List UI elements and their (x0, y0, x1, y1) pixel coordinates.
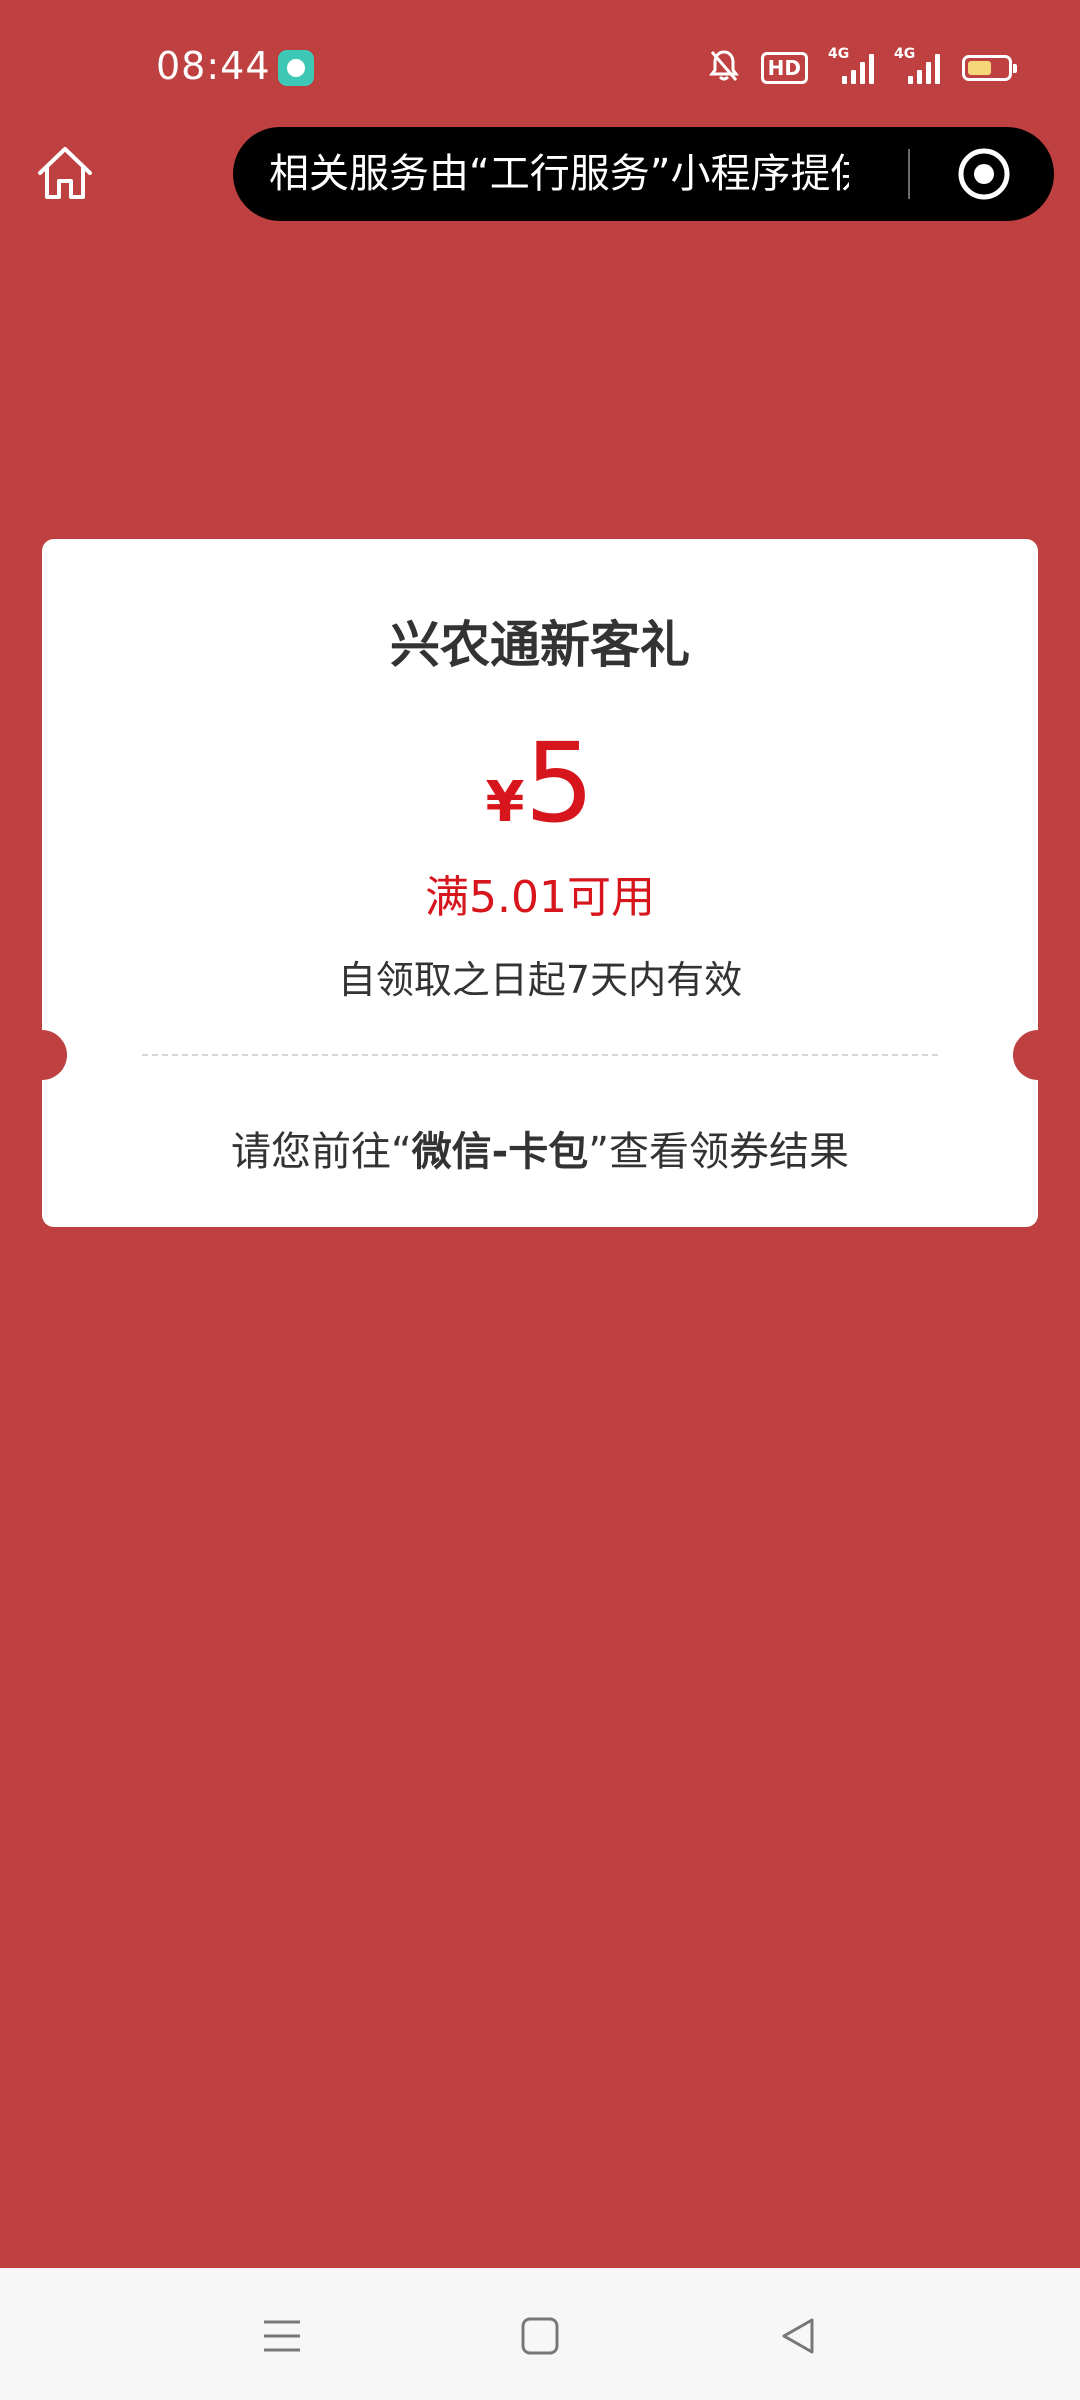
app-notification-icon (278, 50, 314, 86)
status-bar: 08:44 HD 4G 4G (0, 0, 1080, 136)
dashed-divider (142, 1054, 938, 1056)
notice-suffix: 查看领券结果 (609, 1129, 850, 1175)
signal-icon: 4G (828, 46, 874, 84)
coupon-notice: 请您前往“微信-卡包”查看领券结果 (42, 1119, 1038, 1177)
service-provider-text: 相关服务由“工行服务”小程序提供 (269, 151, 849, 197)
signal-label: 4G (894, 46, 916, 62)
coupon-amount: ¥5 (42, 719, 1038, 847)
signal-label: 4G (828, 46, 850, 62)
status-icons: HD 4G 4G (708, 46, 1017, 88)
system-nav-bar (0, 2268, 1080, 2400)
capsule-divider (908, 149, 910, 199)
notice-emphasis: 微信-卡包 (411, 1129, 589, 1175)
battery-icon (962, 55, 1017, 81)
coupon-card: 兴农通新客礼 ¥5 满5.01可用 自领取之日起7天内有效 请您前往“微信-卡包… (42, 539, 1038, 1227)
amount-value: 5 (524, 719, 595, 847)
home-icon (38, 147, 92, 199)
coupon-title: 兴农通新客礼 (390, 616, 690, 674)
notice-quote-close: ” (588, 1129, 610, 1175)
nav-menu-button[interactable] (252, 2306, 312, 2366)
coupon-validity: 自领取之日起7天内有效 (337, 958, 743, 1002)
mute-bell-icon (708, 49, 739, 87)
back-triangle-icon (782, 2318, 814, 2354)
square-home-icon (521, 2317, 559, 2355)
battery-level (968, 61, 991, 75)
home-button[interactable] (30, 140, 100, 206)
close-miniprogram-button[interactable] (957, 147, 1011, 201)
signal-icon: 4G (894, 46, 940, 84)
notice-prefix: 请您前往 (230, 1129, 391, 1175)
menu-icon (264, 2320, 300, 2352)
ticket-notch-left (17, 1030, 67, 1080)
hd-icon: HD (760, 52, 808, 84)
nav-home-button[interactable] (510, 2306, 570, 2366)
currency-symbol: ¥ (485, 770, 525, 835)
notice-quote-open: “ (390, 1129, 412, 1175)
target-icon (958, 148, 1010, 200)
service-provider-capsule: 相关服务由“工行服务”小程序提供 (233, 127, 1054, 221)
ticket-notch-right (1013, 1030, 1063, 1080)
coupon-condition: 满5.01可用 (425, 872, 655, 923)
status-time: 08:44 (156, 44, 271, 88)
nav-back-button[interactable] (768, 2306, 828, 2366)
